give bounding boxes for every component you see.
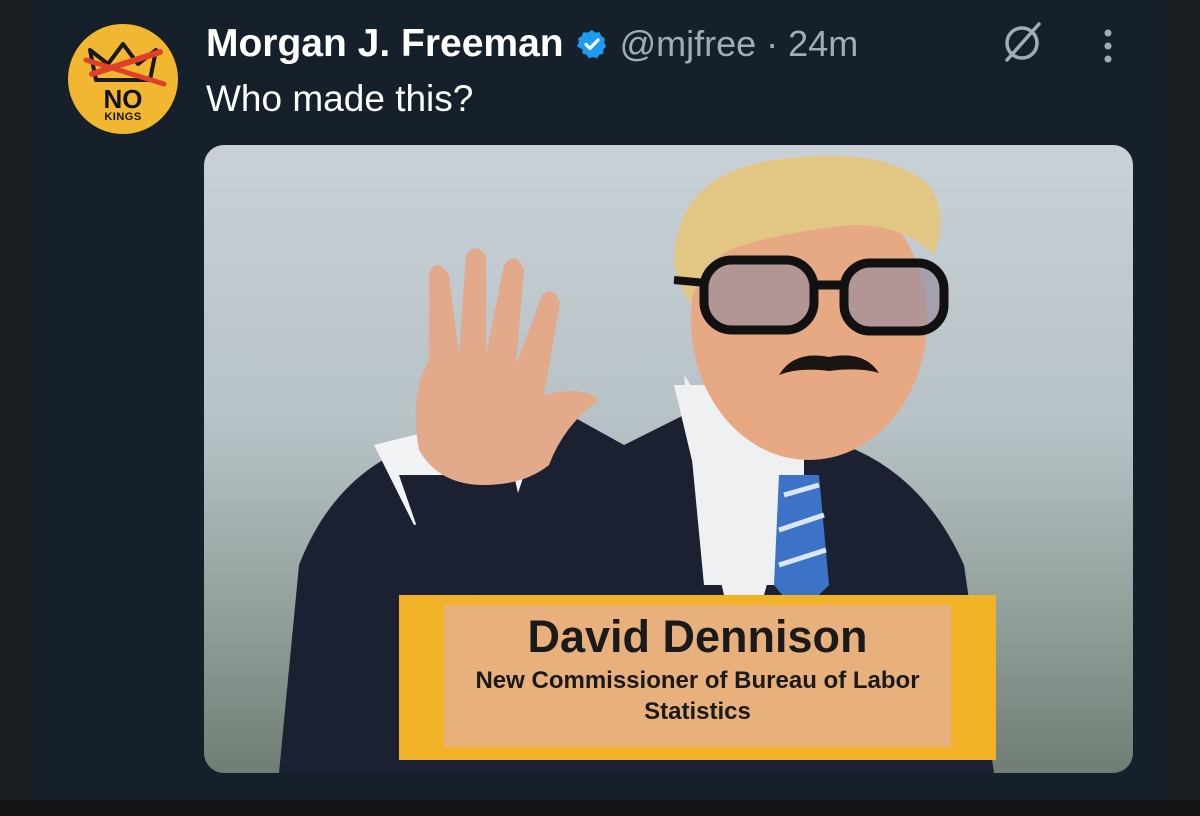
tweet-header: Morgan J. Freeman @mjfree · 24m [206,20,858,68]
caption-frame: David Dennison New Commissioner of Burea… [399,595,996,760]
caption-title: New Commissioner of Bureau of Labor Stat… [475,667,920,725]
left-margin [0,0,34,816]
tweet-card: NO KINGS Morgan J. Freeman @mjfree · 24m… [34,0,1166,800]
grok-icon[interactable] [999,20,1045,66]
timestamp[interactable]: 24m [788,23,858,65]
caption-panel: David Dennison New Commissioner of Burea… [444,605,951,747]
right-margin [1166,0,1200,816]
bottom-divider [0,800,1200,816]
tweet-text: Who made this? [206,78,474,119]
tweet-image[interactable]: David Dennison New Commissioner of Burea… [204,145,1133,773]
caption-name: David Dennison [527,611,868,662]
author-handle[interactable]: @mjfree [620,23,757,65]
author-name[interactable]: Morgan J. Freeman [206,22,564,66]
more-options-icon[interactable] [1096,24,1120,68]
avatar-text-no: NO [103,84,143,114]
avatar-text-kings: KINGS [104,111,142,123]
verified-badge-icon [576,30,606,59]
avatar[interactable]: NO KINGS [68,24,178,134]
separator-dot: · [766,23,779,64]
